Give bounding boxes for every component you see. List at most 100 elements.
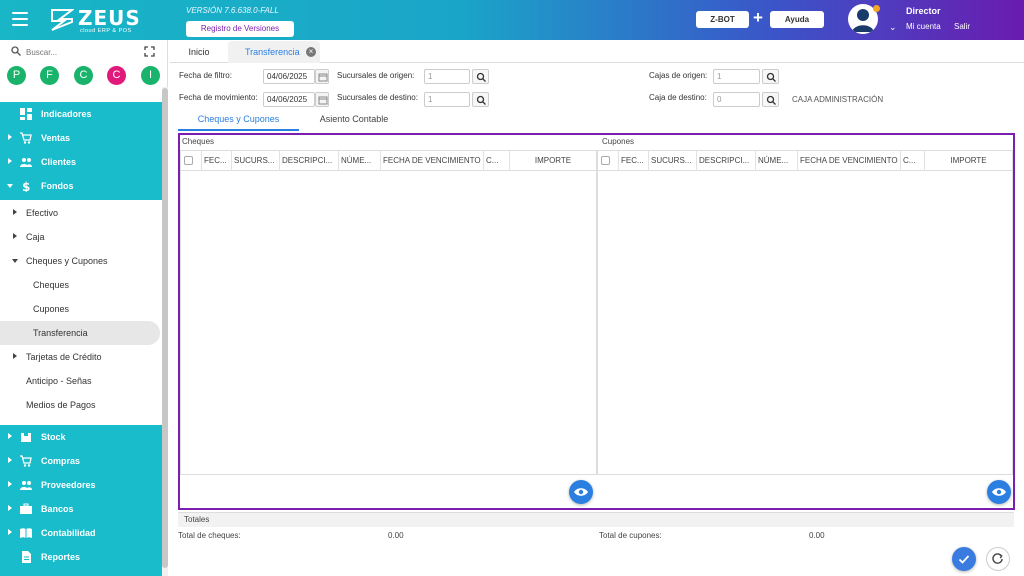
close-icon[interactable]: × — [306, 47, 316, 57]
sidebar: P F C C I Indicadores Ventas Clientes $ … — [0, 40, 168, 576]
cheques-panel-title: Cheques — [182, 137, 215, 146]
chevron-down-icon[interactable]: ⌄ — [889, 22, 897, 33]
logo-text: ZEUS — [78, 6, 141, 30]
sidebar-item-ventas[interactable]: Ventas — [0, 126, 162, 150]
fecha-movimiento-input[interactable]: 04/06/2025 — [263, 92, 315, 107]
mi-cuenta-link[interactable]: Mi cuenta — [906, 22, 941, 31]
sidebar-item-medios[interactable]: Medios de Pagos — [0, 393, 162, 417]
cajas-origen-search-button[interactable] — [762, 69, 779, 84]
sidebar-item-fondos[interactable]: $ Fondos — [0, 174, 162, 198]
sidebar-item-anticipo[interactable]: Anticipo - Señas — [0, 369, 162, 393]
quick-letter-p[interactable]: P — [7, 66, 26, 85]
select-all-column — [598, 151, 619, 171]
sidebar-item-contabilidad[interactable]: Contabilidad — [0, 521, 162, 545]
tab-cheques-y-cupones[interactable]: Cheques y Cupones — [178, 111, 299, 131]
search-icon — [11, 46, 21, 56]
sidebar-item-label: Contabilidad — [41, 528, 96, 538]
column-header[interactable]: NÚME... — [339, 151, 381, 171]
sucursales-destino-input[interactable]: 1 — [424, 92, 470, 107]
page-tabs: Inicio Transferencia × — [170, 41, 1024, 63]
column-header[interactable]: FEC... — [619, 151, 649, 171]
select-all-checkbox[interactable] — [601, 156, 610, 165]
quick-letter-c-pink[interactable]: C — [107, 66, 126, 85]
hamburger-menu-icon[interactable] — [12, 12, 28, 26]
money-icon: $ — [22, 180, 30, 192]
cupones-view-button[interactable] — [987, 480, 1011, 504]
calendar-icon[interactable] — [315, 69, 329, 84]
zbot-button[interactable]: Z-BOT — [696, 11, 749, 28]
select-all-column — [181, 151, 202, 171]
refresh-icon — [992, 553, 1003, 564]
cheques-view-button[interactable] — [569, 480, 593, 504]
column-header[interactable]: FECHA DE VENCIMIENTO — [798, 151, 901, 171]
sidebar-item-label: Compras — [41, 456, 81, 466]
ayuda-button[interactable]: Ayuda — [770, 11, 824, 28]
column-header[interactable]: FEC... — [202, 151, 232, 171]
sucursales-origen-search-button[interactable] — [472, 69, 489, 84]
chevron-down-icon — [12, 259, 18, 263]
registro-versiones-button[interactable]: Registro de Versiones — [186, 21, 294, 37]
fullscreen-icon[interactable] — [144, 46, 155, 57]
column-header[interactable]: C... — [484, 151, 510, 171]
total-cheques-label: Total de cheques: — [178, 531, 241, 540]
salir-link[interactable]: Salir — [954, 22, 970, 31]
sidebar-item-reportes[interactable]: Reportes — [0, 545, 162, 569]
sidebar-item-compras[interactable]: Compras — [0, 449, 162, 473]
calendar-glyph-icon — [318, 73, 328, 82]
sidebar-item-indicadores[interactable]: Indicadores — [0, 102, 162, 126]
cajas-origen-input[interactable]: 1 — [713, 69, 760, 84]
column-header[interactable]: DESCRIPCI... — [280, 151, 339, 171]
caja-destino-name: CAJA ADMINISTRACIÓN — [792, 95, 884, 104]
sidebar-item-cheques[interactable]: Cheques — [0, 273, 162, 297]
sidebar-item-cupones[interactable]: Cupones — [0, 297, 162, 321]
sidebar-scrollbar[interactable] — [162, 88, 168, 568]
sidebar-item-proveedores[interactable]: Proveedores — [0, 473, 162, 497]
confirm-button[interactable] — [952, 547, 976, 571]
refresh-button[interactable] — [986, 547, 1010, 571]
sidebar-item-label: Cheques y Cupones — [26, 256, 108, 266]
total-cheques-value: 0.00 — [388, 531, 404, 540]
calendar-icon[interactable] — [315, 92, 329, 107]
column-header[interactable]: SUCURS... — [232, 151, 280, 171]
sucursales-destino-search-button[interactable] — [472, 92, 489, 107]
sidebar-item-stock[interactable]: Stock — [0, 425, 162, 449]
calendar-glyph-icon — [318, 96, 328, 105]
totals-header: Totales — [178, 512, 1014, 527]
sidebar-item-label: Caja — [26, 232, 45, 242]
sidebar-item-caja[interactable]: Caja — [0, 225, 162, 249]
caja-destino-search-button[interactable] — [762, 92, 779, 107]
column-header[interactable]: SUCURS... — [649, 151, 697, 171]
column-header[interactable]: DESCRIPCI... — [697, 151, 756, 171]
sidebar-item-bancos[interactable]: Bancos — [0, 497, 162, 521]
fecha-filtro-input[interactable]: 04/06/2025 — [263, 69, 315, 84]
quick-letter-f[interactable]: F — [40, 66, 59, 85]
search-input[interactable] — [26, 45, 136, 59]
quick-letter-i[interactable]: I — [141, 66, 160, 85]
caja-destino-input[interactable]: 0 — [713, 92, 760, 107]
sidebar-item-cheques-y-cupones[interactable]: Cheques y Cupones — [0, 249, 162, 273]
column-header[interactable]: IMPORTE — [925, 151, 1012, 171]
sucursales-origen-input[interactable]: 1 — [424, 69, 470, 84]
sidebar-item-transferencia[interactable]: Transferencia — [0, 321, 160, 345]
column-header[interactable]: IMPORTE — [510, 151, 596, 171]
sidebar-item-tarjetas[interactable]: Tarjetas de Crédito — [0, 345, 162, 369]
chevron-down-icon — [7, 184, 13, 188]
tab-asiento-contable[interactable]: Asiento Contable — [304, 111, 404, 131]
sidebar-item-efectivo[interactable]: Efectivo — [0, 201, 162, 225]
tab-inicio[interactable]: Inicio — [170, 41, 228, 63]
search-icon — [766, 72, 776, 82]
sidebar-item-label: Cheques — [33, 280, 70, 290]
sidebar-item-label: Clientes — [41, 157, 77, 167]
column-header[interactable]: NÚME... — [756, 151, 798, 171]
sidebar-item-clientes[interactable]: Clientes — [0, 150, 162, 174]
sidebar-item-label: Proveedores — [41, 480, 96, 490]
column-header[interactable]: FECHA DE VENCIMIENTO — [381, 151, 484, 171]
sidebar-item-label: Ventas — [41, 133, 71, 143]
quick-letter-c[interactable]: C — [74, 66, 93, 85]
cart-plus-icon — [20, 455, 32, 467]
column-header[interactable]: C... — [901, 151, 925, 171]
select-all-checkbox[interactable] — [184, 156, 193, 165]
total-cupones-label: Total de cupones: — [599, 531, 662, 540]
chevron-right-icon — [8, 505, 12, 511]
briefcase-icon — [20, 503, 32, 514]
